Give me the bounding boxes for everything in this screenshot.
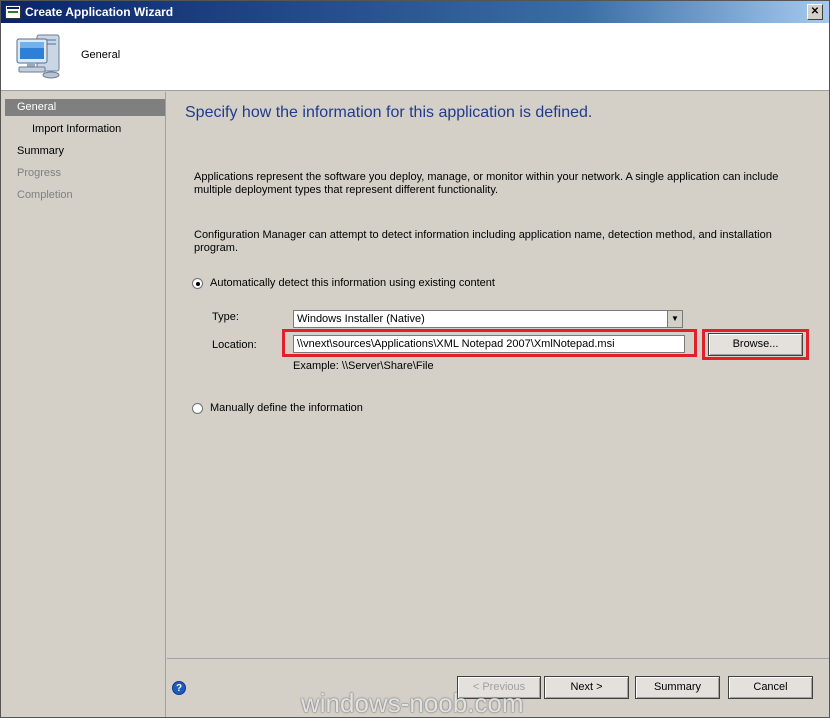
auto-detect-radio[interactable] [192, 278, 203, 289]
next-button[interactable]: Next > [544, 676, 629, 699]
wizard-content: Specify how the information for this app… [167, 92, 829, 659]
wizard-header: General [1, 23, 829, 91]
type-select-value: Windows Installer (Native) [297, 313, 425, 325]
wizard-window: Create Application Wizard ✕ General Gene… [0, 0, 830, 718]
nav-item-import-information[interactable]: Import Information [5, 121, 165, 138]
nav-item-progress: Progress [17, 167, 62, 179]
manual-define-radio[interactable] [192, 403, 203, 414]
type-label: Type: [212, 311, 239, 323]
title-bar: Create Application Wizard ✕ [1, 1, 829, 23]
auto-detect-label[interactable]: Automatically detect this information us… [210, 277, 495, 289]
nav-item-completion: Completion [17, 189, 73, 201]
help-icon[interactable]: ? [172, 681, 186, 695]
close-button[interactable]: ✕ [807, 4, 823, 20]
cancel-button[interactable]: Cancel [728, 676, 813, 699]
watermark-text: windows-noob.com [301, 688, 524, 718]
dropdown-arrow-icon[interactable]: ▼ [667, 311, 682, 327]
app-icon [5, 5, 21, 19]
summary-button[interactable]: Summary [635, 676, 720, 699]
detection-paragraph: Configuration Manager can attempt to det… [194, 229, 772, 254]
header-title: General [81, 49, 121, 61]
manual-define-label[interactable]: Manually define the information [210, 402, 363, 414]
window-title: Create Application Wizard [25, 5, 174, 19]
computer-icon [16, 34, 60, 79]
location-example: Example: \\Server\Share\File [293, 360, 434, 372]
browse-button[interactable]: Browse... [708, 333, 803, 356]
location-input[interactable]: \\vnext\sources\Applications\XML Notepad… [293, 335, 685, 353]
description-paragraph: Applications represent the software you … [194, 171, 779, 196]
wizard-nav: General Import Information Summary Progr… [1, 92, 166, 717]
nav-item-summary[interactable]: Summary [5, 143, 165, 160]
location-label: Location: [212, 339, 257, 351]
page-heading: Specify how the information for this app… [185, 104, 593, 121]
nav-item-general[interactable]: General [5, 99, 165, 116]
type-select[interactable]: Windows Installer (Native) ▼ [293, 310, 683, 328]
